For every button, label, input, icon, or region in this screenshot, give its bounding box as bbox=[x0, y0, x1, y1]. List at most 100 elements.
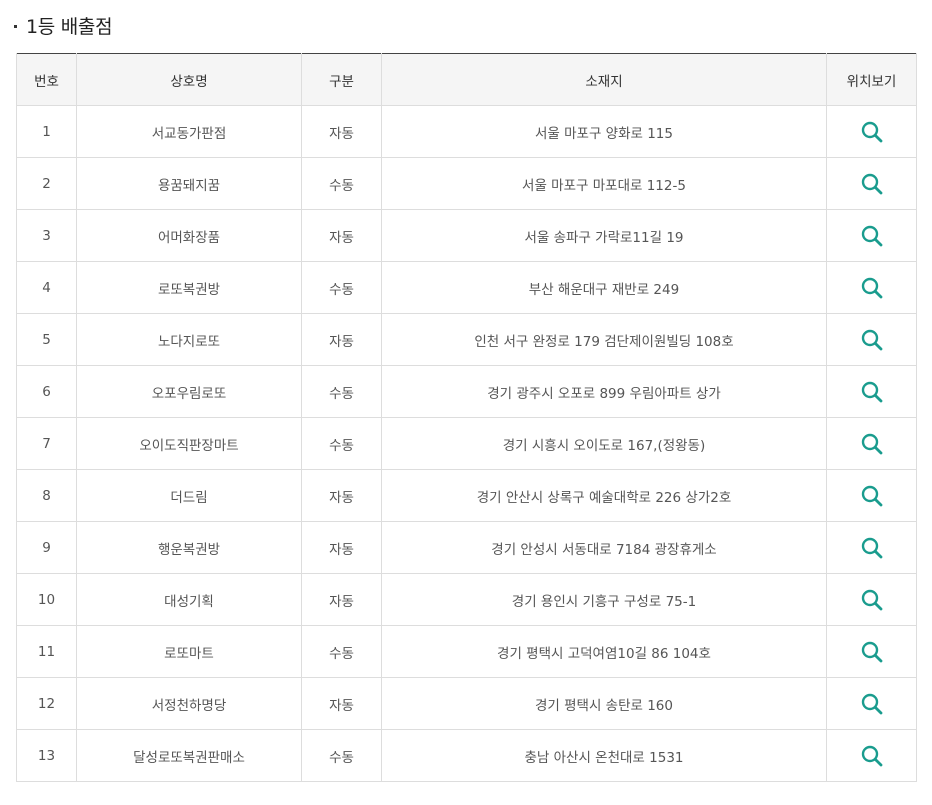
section-title: 1등 배출점 bbox=[26, 15, 113, 38]
view-location-button[interactable] bbox=[860, 744, 884, 768]
cell-store-name: 대성기획 bbox=[76, 573, 302, 626]
cell-no: 8 bbox=[16, 469, 77, 522]
view-location-button[interactable] bbox=[860, 692, 884, 716]
search-icon bbox=[861, 225, 882, 246]
cell-address: 경기 안성시 서동대로 7184 광장휴게소 bbox=[381, 521, 827, 574]
cell-store-name: 어머화장품 bbox=[76, 209, 302, 262]
table-row: 4 로또복권방 수동 부산 해운대구 재반로 249 bbox=[16, 261, 917, 314]
search-icon bbox=[861, 277, 882, 298]
view-location-button[interactable] bbox=[860, 640, 884, 664]
cell-no: 13 bbox=[16, 729, 77, 782]
winners-table: 번호 상호명 구분 소재지 위치보기 1 서교동가판점 자동 서울 마포구 양화로 1… bbox=[16, 53, 917, 782]
cell-location bbox=[826, 417, 917, 470]
cell-location bbox=[826, 261, 917, 314]
cell-store-name: 용꿈돼지꿈 bbox=[76, 157, 302, 210]
cell-address: 서울 마포구 양화로 115 bbox=[381, 105, 827, 158]
view-location-button[interactable] bbox=[860, 120, 884, 144]
table-row: 2 용꿈돼지꿈 수동 서울 마포구 마포대로 112-5 bbox=[16, 157, 917, 210]
cell-address: 서울 마포구 마포대로 112-5 bbox=[381, 157, 827, 210]
search-icon bbox=[861, 433, 882, 454]
view-location-button[interactable] bbox=[860, 224, 884, 248]
view-location-button[interactable] bbox=[860, 484, 884, 508]
cell-no: 10 bbox=[16, 573, 77, 626]
section-header: 1등 배출점 bbox=[14, 10, 113, 40]
table-header-row: 번호 상호명 구분 소재지 위치보기 bbox=[16, 53, 917, 106]
cell-type: 자동 bbox=[301, 209, 382, 262]
cell-address: 경기 광주시 오포로 899 우림아파트 상가 bbox=[381, 365, 827, 418]
cell-no: 4 bbox=[16, 261, 77, 314]
cell-store-name: 노다지로또 bbox=[76, 313, 302, 366]
cell-type: 자동 bbox=[301, 573, 382, 626]
cell-store-name: 오포우림로또 bbox=[76, 365, 302, 418]
cell-type: 수동 bbox=[301, 729, 382, 782]
cell-location bbox=[826, 573, 917, 626]
header-location: 위치보기 bbox=[826, 53, 917, 106]
cell-address: 경기 용인시 기흥구 구성로 75-1 bbox=[381, 573, 827, 626]
cell-address: 경기 시흥시 오이도로 167,(정왕동) bbox=[381, 417, 827, 470]
cell-location bbox=[826, 625, 917, 678]
search-icon bbox=[861, 589, 882, 610]
view-location-button[interactable] bbox=[860, 276, 884, 300]
cell-no: 7 bbox=[16, 417, 77, 470]
search-icon bbox=[861, 641, 882, 662]
table-row: 10 대성기획 자동 경기 용인시 기흥구 구성로 75-1 bbox=[16, 573, 917, 626]
header-type: 구분 bbox=[301, 53, 382, 106]
search-icon bbox=[861, 745, 882, 766]
cell-store-name: 서정천하명당 bbox=[76, 677, 302, 730]
cell-store-name: 더드림 bbox=[76, 469, 302, 522]
cell-store-name: 로또복권방 bbox=[76, 261, 302, 314]
cell-no: 11 bbox=[16, 625, 77, 678]
cell-location bbox=[826, 313, 917, 366]
search-icon bbox=[861, 537, 882, 558]
table-row: 8 더드림 자동 경기 안산시 상록구 예술대학로 226 상가2호 bbox=[16, 469, 917, 522]
cell-address: 경기 안산시 상록구 예술대학로 226 상가2호 bbox=[381, 469, 827, 522]
view-location-button[interactable] bbox=[860, 536, 884, 560]
cell-location bbox=[826, 105, 917, 158]
header-address: 소재지 bbox=[381, 53, 827, 106]
view-location-button[interactable] bbox=[860, 328, 884, 352]
cell-address: 서울 송파구 가락로11길 19 bbox=[381, 209, 827, 262]
cell-location bbox=[826, 677, 917, 730]
search-icon bbox=[861, 381, 882, 402]
view-location-button[interactable] bbox=[860, 588, 884, 612]
search-icon bbox=[861, 693, 882, 714]
table-row: 6 오포우림로또 수동 경기 광주시 오포로 899 우림아파트 상가 bbox=[16, 365, 917, 418]
search-icon bbox=[861, 329, 882, 350]
table-row: 12 서정천하명당 자동 경기 평택시 송탄로 160 bbox=[16, 677, 917, 730]
table-row: 1 서교동가판점 자동 서울 마포구 양화로 115 bbox=[16, 105, 917, 158]
view-location-button[interactable] bbox=[860, 380, 884, 404]
table-row: 7 오이도직판장마트 수동 경기 시흥시 오이도로 167,(정왕동) bbox=[16, 417, 917, 470]
cell-store-name: 달성로또복권판매소 bbox=[76, 729, 302, 782]
header-no: 번호 bbox=[16, 53, 77, 106]
table-body: 1 서교동가판점 자동 서울 마포구 양화로 115 2 용꿈돼지꿈 수동 서울 마포구 마포… bbox=[16, 105, 917, 782]
view-location-button[interactable] bbox=[860, 432, 884, 456]
cell-type: 자동 bbox=[301, 521, 382, 574]
cell-type: 수동 bbox=[301, 417, 382, 470]
cell-no: 5 bbox=[16, 313, 77, 366]
cell-no: 6 bbox=[16, 365, 77, 418]
cell-location bbox=[826, 469, 917, 522]
header-store: 상호명 bbox=[76, 53, 302, 106]
cell-type: 수동 bbox=[301, 157, 382, 210]
table-row: 5 노다지로또 자동 인천 서구 완정로 179 검단제이원빌딩 108호 bbox=[16, 313, 917, 366]
search-icon bbox=[861, 485, 882, 506]
cell-location bbox=[826, 157, 917, 210]
view-location-button[interactable] bbox=[860, 172, 884, 196]
cell-type: 수동 bbox=[301, 625, 382, 678]
table-row: 3 어머화장품 자동 서울 송파구 가락로11길 19 bbox=[16, 209, 917, 262]
cell-no: 1 bbox=[16, 105, 77, 158]
cell-address: 충남 아산시 온천대로 1531 bbox=[381, 729, 827, 782]
cell-no: 3 bbox=[16, 209, 77, 262]
table-row: 9 행운복권방 자동 경기 안성시 서동대로 7184 광장휴게소 bbox=[16, 521, 917, 574]
search-icon bbox=[861, 121, 882, 142]
search-icon bbox=[861, 173, 882, 194]
cell-type: 자동 bbox=[301, 105, 382, 158]
cell-type: 수동 bbox=[301, 365, 382, 418]
cell-type: 자동 bbox=[301, 313, 382, 366]
cell-type: 수동 bbox=[301, 261, 382, 314]
cell-address: 부산 해운대구 재반로 249 bbox=[381, 261, 827, 314]
cell-location bbox=[826, 209, 917, 262]
cell-store-name: 로또마트 bbox=[76, 625, 302, 678]
cell-address: 경기 평택시 송탄로 160 bbox=[381, 677, 827, 730]
cell-store-name: 오이도직판장마트 bbox=[76, 417, 302, 470]
